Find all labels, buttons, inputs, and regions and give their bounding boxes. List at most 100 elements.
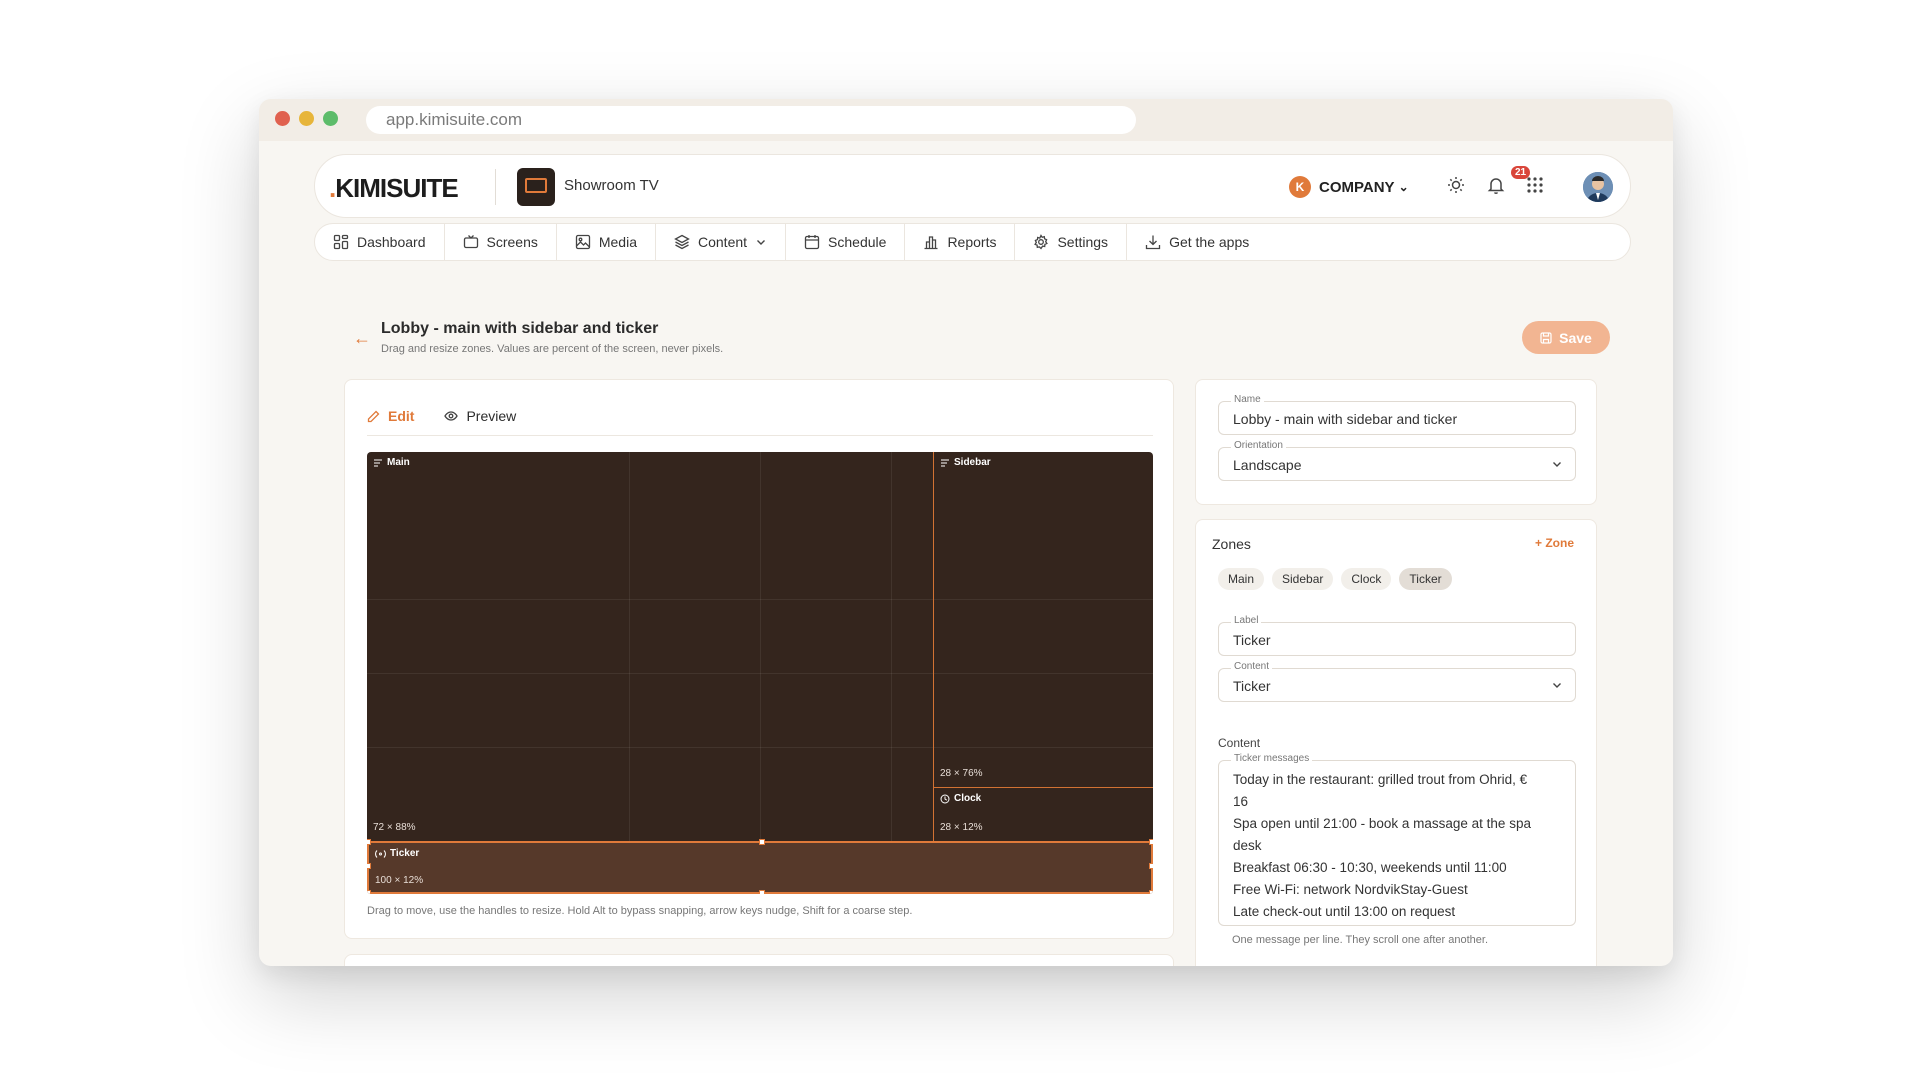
sun-icon[interactable] xyxy=(1446,175,1470,199)
pencil-icon xyxy=(367,410,380,422)
app-logo[interactable]: .KIMISUITE xyxy=(329,173,459,204)
nav-reports[interactable]: Reports xyxy=(905,224,1016,260)
resize-handle-e[interactable] xyxy=(1149,863,1153,869)
nav-screens[interactable]: Screens xyxy=(445,224,557,260)
ticker-message-line: Spa open until 21:00 - book a massage at… xyxy=(1233,816,1531,831)
zone-chip-sidebar[interactable]: Sidebar xyxy=(1272,568,1334,590)
orientation-select[interactable]: Orientation Landscape xyxy=(1218,440,1576,481)
zones-panel: Zones + Zone Main Sidebar Clock Ticker L… xyxy=(1195,519,1597,966)
zone-clock[interactable]: Clock 28 × 12% xyxy=(933,787,1153,842)
company-label: COMPANY xyxy=(1319,178,1395,196)
name-field-value: Lobby - main with sidebar and ticker xyxy=(1233,411,1458,427)
clock-icon xyxy=(940,794,950,803)
bar-chart-icon xyxy=(924,236,938,250)
resize-handle-nw[interactable] xyxy=(367,839,371,845)
nav-settings-label: Settings xyxy=(1057,234,1109,250)
chevron-down-icon xyxy=(1553,462,1561,467)
nav-get-apps-label: Get the apps xyxy=(1169,234,1250,250)
layers-icon xyxy=(674,234,690,250)
nav-media-label: Media xyxy=(598,234,637,250)
zone-chip-clock[interactable]: Clock xyxy=(1341,568,1392,590)
zone-ticker-label: Ticker xyxy=(375,848,419,859)
plus-icon: + xyxy=(1534,536,1546,550)
zone-clock-label: Clock xyxy=(940,793,981,804)
zone-chip-main[interactable]: Main xyxy=(1218,568,1265,590)
zone-main[interactable]: Main 72 × 88% xyxy=(367,452,934,841)
save-label: Save xyxy=(1559,329,1592,346)
ticker-messages-lines: Today in the restaurant: grilled trout f… xyxy=(1233,769,1561,923)
nav-media[interactable]: Media xyxy=(557,224,656,260)
nav-schedule[interactable]: Schedule xyxy=(786,224,906,260)
minimize-window-button[interactable] xyxy=(299,111,314,126)
company-switcher[interactable]: K COMPANY ⌄ xyxy=(1289,176,1409,198)
zone-sidebar-icon xyxy=(941,459,949,466)
save-icon xyxy=(1540,331,1552,344)
layout-editor-card: Edit Preview Main 72 × 88% Sidebar 28 × … xyxy=(344,379,1174,939)
maximize-window-button[interactable] xyxy=(323,111,338,126)
company-badge: K xyxy=(1289,176,1311,198)
nav-settings[interactable]: Settings xyxy=(1015,224,1128,260)
save-button[interactable]: Save xyxy=(1522,321,1610,354)
ticker-message-line: 16 xyxy=(1233,794,1249,809)
chevron-down-icon xyxy=(757,240,766,245)
tab-preview[interactable]: Preview xyxy=(444,404,516,428)
zone-chip-ticker[interactable]: Ticker xyxy=(1399,568,1452,590)
user-avatar[interactable] xyxy=(1583,172,1613,202)
calendar-icon xyxy=(804,235,820,250)
zone-label-field-label: Label xyxy=(1231,615,1262,626)
page-subtitle: Drag and resize zones. Values are percen… xyxy=(381,343,724,355)
page-title: Lobby - main with sidebar and ticker xyxy=(381,320,659,337)
zone-chips: Main Sidebar Clock Ticker xyxy=(1218,568,1460,590)
nav-schedule-label: Schedule xyxy=(828,234,887,250)
zone-main-icon xyxy=(374,459,382,466)
browser-chrome: app.kimisuite.com xyxy=(259,99,1673,141)
dashboard-icon xyxy=(333,234,349,250)
layout-canvas[interactable]: Main 72 × 88% Sidebar 28 × 76% Clock 28 … xyxy=(367,452,1153,894)
chevron-down-icon xyxy=(1553,683,1561,688)
zone-ticker[interactable]: Ticker 100 × 12% xyxy=(367,839,1153,894)
zone-content-select-value: Ticker xyxy=(1233,678,1271,694)
ticker-messages-textarea[interactable]: Ticker messages Today in the restaurant:… xyxy=(1218,753,1576,926)
gear-icon xyxy=(1034,234,1049,250)
ticker-message-line: Late check-out until 13:00 on request xyxy=(1233,904,1456,919)
chevron-down-icon: ⌄ xyxy=(1398,180,1409,194)
resize-handle-se[interactable] xyxy=(1149,890,1153,894)
ticker-message-line: Today in the restaurant: grilled trout f… xyxy=(1233,772,1528,787)
tab-edit-label: Edit xyxy=(388,408,415,424)
address-bar[interactable]: app.kimisuite.com xyxy=(366,106,1136,134)
resize-handle-sw[interactable] xyxy=(367,890,371,894)
zone-sidebar-label: Sidebar xyxy=(940,457,991,468)
name-field[interactable]: Name Lobby - main with sidebar and ticke… xyxy=(1218,394,1576,435)
second-card-top xyxy=(344,954,1174,966)
name-field-label: Name xyxy=(1231,394,1264,405)
orientation-label: Orientation xyxy=(1231,440,1286,451)
orientation-value: Landscape xyxy=(1233,457,1302,473)
close-window-button[interactable] xyxy=(275,111,290,126)
screen-thumbnail[interactable] xyxy=(517,168,555,206)
nav-get-apps[interactable]: Get the apps xyxy=(1127,224,1267,260)
nav-content[interactable]: Content xyxy=(656,224,787,260)
image-icon xyxy=(575,234,591,250)
apps-grid-icon[interactable] xyxy=(1525,175,1549,199)
nav-screens-label: Screens xyxy=(486,234,538,250)
add-zone-button[interactable]: + Zone xyxy=(1535,536,1574,550)
content-heading: Content xyxy=(1218,736,1261,750)
tab-edit[interactable]: Edit xyxy=(367,404,414,428)
back-arrow-icon[interactable]: ← xyxy=(353,328,371,349)
zone-clock-dims: 28 × 12% xyxy=(940,822,983,833)
resize-handle-w[interactable] xyxy=(367,863,371,869)
bell-icon[interactable] xyxy=(1486,175,1510,199)
zone-label-field[interactable]: Label Ticker xyxy=(1218,615,1576,656)
nav-dashboard[interactable]: Dashboard xyxy=(315,224,445,260)
zone-content-select-label: Content xyxy=(1231,661,1273,672)
resize-handle-s[interactable] xyxy=(759,890,765,894)
browser-window: app.kimisuite.com .KIMISUITE Showroom TV… xyxy=(259,99,1673,966)
zone-content-select[interactable]: Content Ticker xyxy=(1218,661,1576,702)
nav-content-label: Content xyxy=(698,234,748,250)
screen-name[interactable]: Showroom TV xyxy=(564,177,659,194)
resize-handle-n[interactable] xyxy=(759,839,765,845)
zone-sidebar[interactable]: Sidebar 28 × 76% xyxy=(933,452,1153,788)
resize-handle-ne[interactable] xyxy=(1149,839,1153,845)
ticker-message-line: Free Wi-Fi: network NordvikStay-Guest xyxy=(1233,882,1468,897)
ticker-messages-help: One message per line. They scroll one af… xyxy=(1232,934,1488,946)
